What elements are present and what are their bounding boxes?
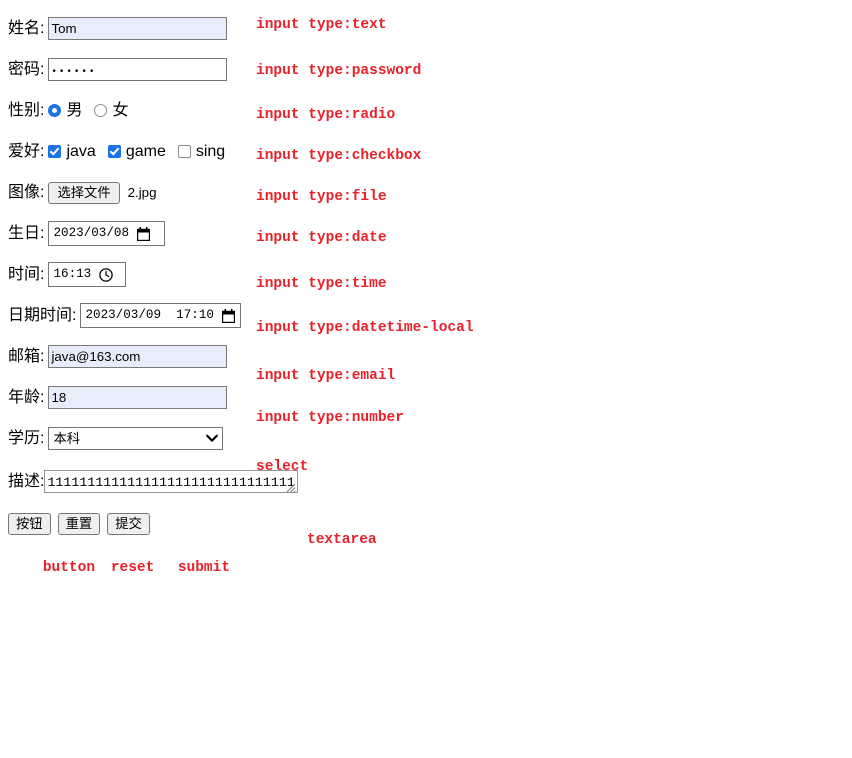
chevron-down-icon [206,434,219,443]
datetime-local-input[interactable]: 2023/03/09 17:10 [80,303,242,328]
calendar-icon[interactable] [137,226,151,241]
form-row-hobby: 爱好: java game sing input type:checkbox [8,131,852,172]
checkbox-sing-label: sing [195,142,226,160]
label-hobby: 爱好: [8,142,45,160]
form-row-name: 姓名: Tom input type:text [8,8,852,49]
annotation-button: button [42,560,96,576]
field-name: Tom [48,17,228,40]
password-input[interactable]: •••••• [48,58,228,81]
description-textarea[interactable]: 1111111111111111111111111111111 [44,470,298,493]
checkbox-sing[interactable] [177,145,191,158]
field-password: •••••• [48,58,228,81]
birthday-date-input[interactable]: 2023/03/08 [48,221,166,246]
label-time: 时间: [8,265,45,283]
education-select[interactable]: 本科 [48,427,224,450]
checkbox-java-label: java [66,142,96,160]
annotation-email: input type:email [256,368,396,384]
field-education: 本科 [48,427,224,450]
annotation-textarea: textarea [307,532,377,548]
form-row-image: 图像: 选择文件 2.jpg input type:file [8,172,852,213]
resize-handle-icon[interactable] [285,480,296,493]
field-datetime: 2023/03/09 17:10 [80,303,242,328]
checkbox-java[interactable] [48,145,62,158]
annotation-time: input type:time [256,276,387,292]
plain-button[interactable]: 按钮 [8,513,51,535]
label-birthday: 生日: [8,224,45,242]
label-datetime: 日期时间: [8,306,77,324]
name-text-input[interactable]: Tom [48,17,228,40]
gender-radio-group: 男 女 [48,101,129,119]
calendar-icon[interactable] [221,308,235,323]
time-value: 16:13 [53,267,92,281]
form-row-age: 年龄: 18 input type:number [8,377,852,426]
selected-file-name: 2.jpg [127,184,157,200]
age-number-input[interactable]: 18 [48,386,228,409]
label-name: 姓名: [8,19,45,37]
annotation-submit: submit [177,560,231,576]
radio-male[interactable] [48,104,62,117]
description-textarea-value: 1111111111111111111111111111111 [47,475,295,490]
field-email: java@163.com [48,345,228,368]
education-selected-value: 本科 [53,431,81,446]
label-description: 描述: [8,473,45,490]
field-age: 18 [48,386,228,409]
label-image: 图像: [8,183,45,201]
form-demo-page: 姓名: Tom input type:text 密码: •••••• input… [8,8,852,592]
label-password: 密码: [8,60,45,78]
form-row-birthday: 生日: 2023/03/08 input type:date [8,213,852,254]
label-email: 邮箱: [8,347,45,365]
annotation-date: input type:date [256,230,387,246]
label-age: 年龄: [8,388,45,406]
checkbox-game[interactable] [107,145,121,158]
form-row-description: 描述: 1111111111111111111111111111111 text… [8,467,852,548]
annotation-reset: reset [110,560,155,576]
email-input[interactable]: java@163.com [48,345,228,368]
button-annotations: button reset submit [8,544,852,592]
radio-female-label: 女 [112,101,129,119]
form-row-email: 邮箱: java@163.com input type:email [8,336,852,384]
reset-button[interactable]: 重置 [57,513,101,535]
annotation-password: input type:password [256,63,422,79]
form-row-education: 学历: 本科 select [8,418,852,475]
button-row: 按钮 重置 提交 [8,513,852,535]
radio-female[interactable] [94,104,108,117]
choose-file-button[interactable]: 选择文件 [48,181,120,204]
annotation-text: input type:text [256,17,387,33]
form-row-gender: 性别: 男 女 input type:radio [8,90,852,131]
submit-button[interactable]: 提交 [107,513,150,535]
label-gender: 性别: [8,101,45,119]
clock-icon[interactable] [99,267,113,282]
datetime-value: 2023/03/09 17:10 [85,308,214,322]
form-row-datetime: 日期时间: 2023/03/09 17:10 input type:dateti… [8,295,852,336]
field-birthday: 2023/03/08 [48,221,166,246]
time-input[interactable]: 16:13 [48,262,127,287]
hobby-checkbox-group: java game sing [48,142,226,160]
radio-male-label: 男 [66,101,83,119]
form-row-password: 密码: •••••• input type:password [8,49,852,90]
form-row-time: 时间: 16:13 input type:time [8,254,852,295]
password-masked-value: •••••• [51,67,97,77]
field-time: 16:13 [48,262,127,287]
description-textarea-wrap: 1111111111111111111111111111111 [44,470,298,493]
birthday-value: 2023/03/08 [53,226,130,240]
field-image: 选择文件 2.jpg [48,181,157,204]
checkbox-game-label: game [125,142,166,160]
annotation-checkbox: input type:checkbox [256,148,422,164]
annotation-radio: input type:radio [256,107,396,123]
annotation-datetime: input type:datetime-local [256,320,474,336]
annotation-number: input type:number [256,410,404,426]
annotation-file: input type:file [256,189,387,205]
label-education: 学历: [8,429,45,447]
